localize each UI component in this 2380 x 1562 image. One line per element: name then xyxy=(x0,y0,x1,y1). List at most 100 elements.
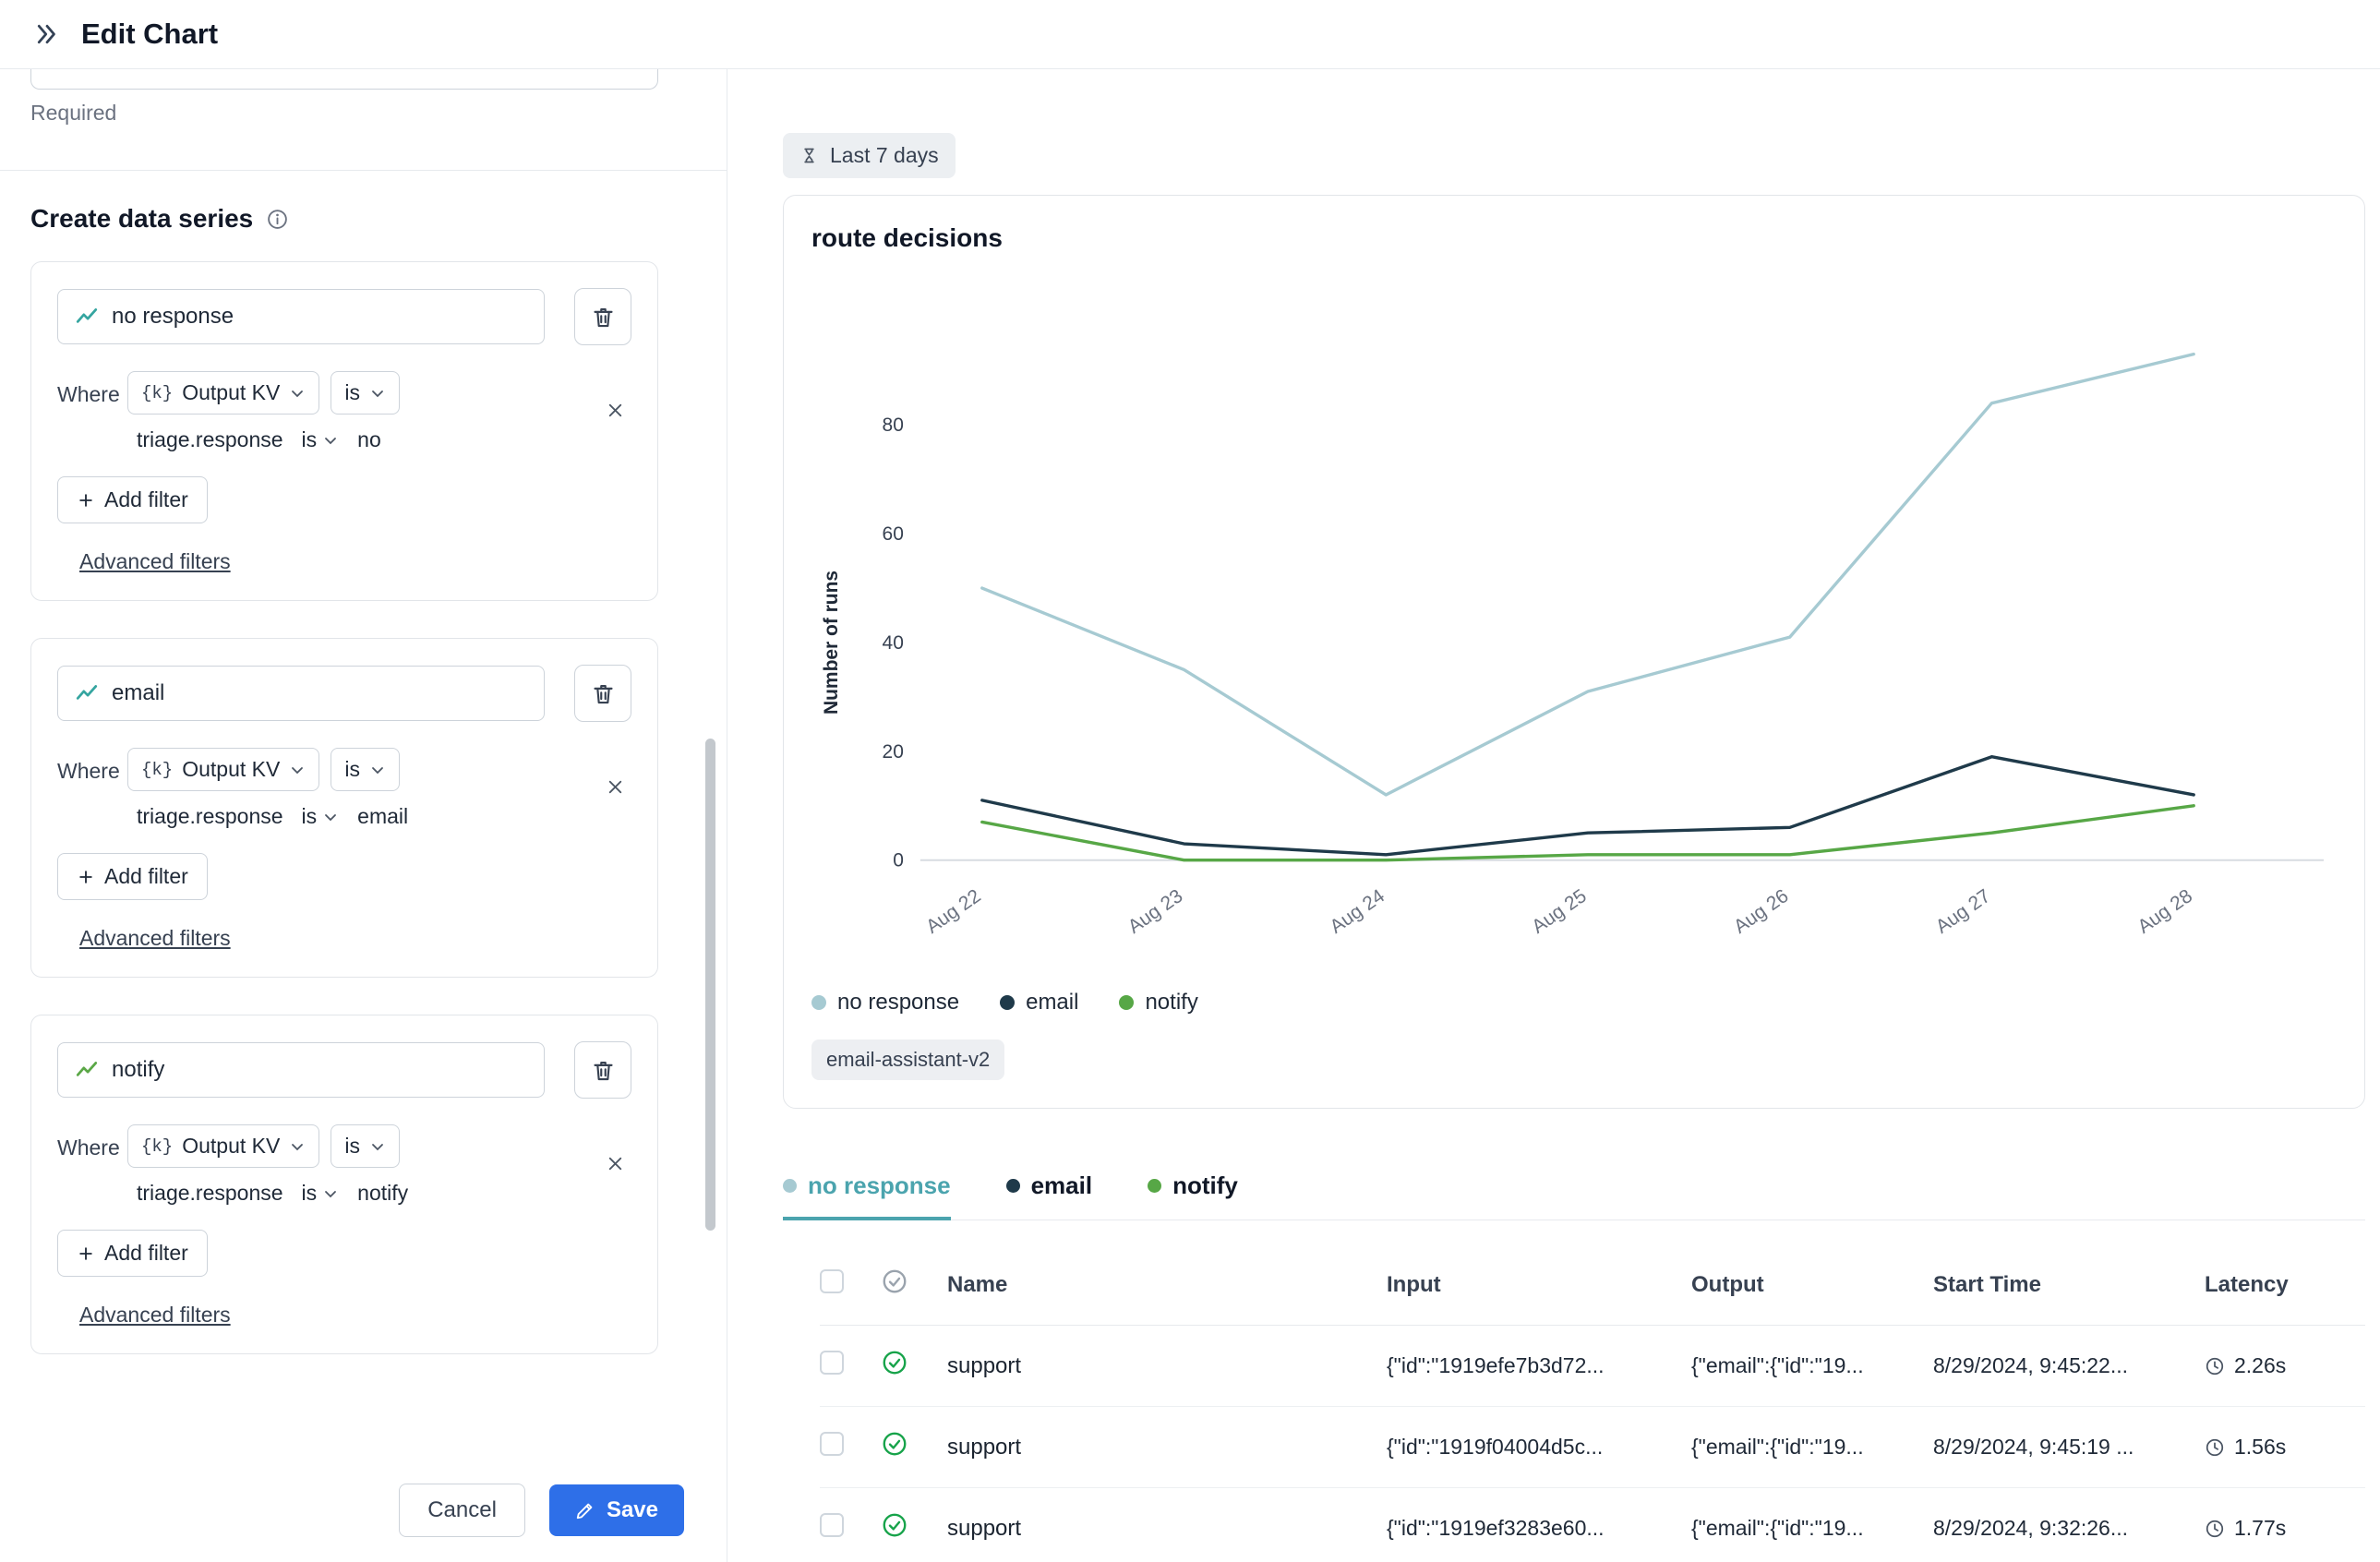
save-label: Save xyxy=(607,1497,658,1523)
collapse-panel-icon[interactable] xyxy=(33,20,61,48)
filter-value[interactable]: email xyxy=(357,804,408,829)
save-button[interactable]: Save xyxy=(549,1484,684,1536)
add-filter-label: Add filter xyxy=(104,487,188,512)
filter-key-operator[interactable]: is xyxy=(302,1181,340,1206)
row-checkbox[interactable] xyxy=(820,1513,844,1537)
tab-label: email xyxy=(1031,1172,1093,1200)
column-input[interactable]: Input xyxy=(1387,1272,1691,1298)
remove-filter-button[interactable] xyxy=(599,1147,631,1183)
series-color-dot xyxy=(783,1179,797,1193)
run-start-time: 8/29/2024, 9:45:19 ... xyxy=(1933,1435,2205,1460)
remove-filter-button[interactable] xyxy=(599,771,631,806)
tab-notify[interactable]: notify xyxy=(1148,1172,1238,1220)
select-all-checkbox[interactable] xyxy=(820,1269,844,1293)
table-row[interactable]: support {"id":"1919f04004d5c... {"email"… xyxy=(820,1407,2365,1488)
hourglass-icon xyxy=(799,146,819,165)
series-name-field[interactable] xyxy=(112,304,527,330)
run-name[interactable]: support xyxy=(947,1516,1387,1542)
field-label: Output KV xyxy=(182,1134,280,1159)
run-latency: 1.56s xyxy=(2234,1435,2286,1460)
advanced-filters-link[interactable]: Advanced filters xyxy=(79,926,231,951)
field-select[interactable]: {k} Output KV xyxy=(127,748,319,791)
legend-item: email xyxy=(1000,990,1078,1015)
add-filter-button[interactable]: Add filter xyxy=(57,1230,208,1277)
delete-series-button[interactable] xyxy=(574,665,631,722)
svg-text:Aug 25: Aug 25 xyxy=(1528,885,1591,938)
filter-key[interactable]: triage.response xyxy=(137,804,283,829)
run-name[interactable]: support xyxy=(947,1435,1387,1460)
advanced-filters-link[interactable]: Advanced filters xyxy=(79,549,231,574)
series-color-dot xyxy=(811,995,826,1010)
chevron-down-icon xyxy=(322,1185,339,1202)
required-hint: Required xyxy=(30,101,727,126)
kv-icon: {k} xyxy=(141,760,173,780)
operator-select[interactable]: is xyxy=(331,371,400,415)
series-name-field[interactable] xyxy=(112,1057,527,1083)
session-tag[interactable]: email-assistant-v2 xyxy=(811,1039,1004,1080)
svg-text:Aug 22: Aug 22 xyxy=(922,885,985,938)
chart-legend: no response email notify xyxy=(811,990,2337,1015)
column-start-time[interactable]: Start Time xyxy=(1933,1272,2205,1298)
filter-key[interactable]: triage.response xyxy=(137,1181,283,1206)
table-row[interactable]: support {"id":"1919efe7b3d72... {"email"… xyxy=(820,1326,2365,1407)
tab-email[interactable]: email xyxy=(1006,1172,1093,1220)
series-name-field[interactable] xyxy=(112,680,527,706)
series-card: Where {k} Output KV is xyxy=(30,1015,658,1354)
operator-select[interactable]: is xyxy=(331,1124,400,1168)
svg-text:Aug 28: Aug 28 xyxy=(2134,885,2196,938)
field-label: Output KV xyxy=(182,380,280,405)
status-column-icon xyxy=(881,1268,908,1295)
svg-text:60: 60 xyxy=(883,523,904,545)
add-filter-label: Add filter xyxy=(104,1241,188,1266)
where-label: Where xyxy=(57,748,127,829)
add-filter-button[interactable]: Add filter xyxy=(57,853,208,900)
create-data-series-title: Create data series xyxy=(30,204,253,234)
success-status-icon xyxy=(881,1430,908,1458)
column-latency[interactable]: Latency xyxy=(2205,1272,2365,1298)
series-color-dot xyxy=(1006,1179,1020,1193)
trash-icon xyxy=(591,681,616,706)
row-checkbox[interactable] xyxy=(820,1432,844,1456)
row-checkbox[interactable] xyxy=(820,1351,844,1375)
svg-text:Aug 26: Aug 26 xyxy=(1730,885,1793,938)
table-row[interactable]: support {"id":"1919ef3283e60... {"email"… xyxy=(820,1488,2365,1562)
time-range-chip[interactable]: Last 7 days xyxy=(783,133,956,178)
scrollbar-thumb[interactable] xyxy=(705,739,715,1231)
filter-key[interactable]: triage.response xyxy=(137,427,283,452)
time-range-label: Last 7 days xyxy=(830,143,939,168)
run-input: {"id":"1919ef3283e60... xyxy=(1387,1516,1691,1541)
tab-no-response[interactable]: no response xyxy=(783,1172,951,1220)
advanced-filters-link[interactable]: Advanced filters xyxy=(79,1303,231,1328)
operator-select[interactable]: is xyxy=(331,748,400,791)
runs-table: Name Input Output Start Time Latency sup… xyxy=(783,1244,2365,1562)
operator-label: is xyxy=(302,1181,318,1206)
delete-series-button[interactable] xyxy=(574,1041,631,1099)
success-status-icon xyxy=(881,1511,908,1539)
filter-value[interactable]: notify xyxy=(357,1181,408,1206)
add-filter-button[interactable]: Add filter xyxy=(57,476,208,523)
series-name-input[interactable] xyxy=(57,289,545,344)
delete-series-button[interactable] xyxy=(574,288,631,345)
svg-text:0: 0 xyxy=(893,850,904,871)
plus-icon xyxy=(77,491,95,510)
run-output: {"email":{"id":"19... xyxy=(1691,1353,1933,1378)
series-card: Where {k} Output KV is xyxy=(30,638,658,978)
truncated-input[interactable] xyxy=(30,69,658,90)
filter-key-operator[interactable]: is xyxy=(302,427,340,452)
filter-value[interactable]: no xyxy=(357,427,381,452)
column-name[interactable]: Name xyxy=(947,1272,1387,1298)
cancel-button[interactable]: Cancel xyxy=(399,1484,525,1537)
chevron-down-icon xyxy=(289,385,306,402)
remove-filter-button[interactable] xyxy=(599,394,631,429)
panel-footer: Cancel Save xyxy=(0,1459,727,1562)
field-select[interactable]: {k} Output KV xyxy=(127,1124,319,1168)
field-select[interactable]: {k} Output KV xyxy=(127,371,319,415)
filter-key-operator[interactable]: is xyxy=(302,804,340,829)
column-output[interactable]: Output xyxy=(1691,1272,1933,1298)
chevron-down-icon xyxy=(322,432,339,449)
run-name[interactable]: support xyxy=(947,1353,1387,1379)
series-name-input[interactable] xyxy=(57,666,545,721)
series-name-input[interactable] xyxy=(57,1042,545,1098)
chevron-down-icon xyxy=(322,809,339,825)
edit-chart-panel: Required Create data series xyxy=(0,69,727,1562)
